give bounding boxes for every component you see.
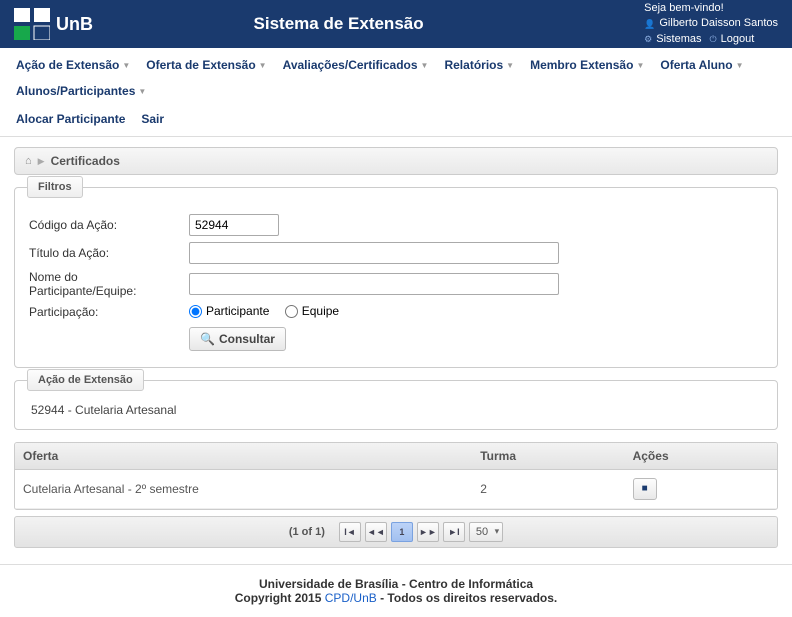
nav-alocar[interactable]: Alocar Participante — [10, 108, 131, 130]
page-size-select[interactable]: 50 — [469, 522, 503, 542]
home-icon[interactable]: ⌂ — [25, 155, 32, 167]
nav-bar: Ação de Extensão▼ Oferta de Extensão▼ Av… — [0, 48, 792, 137]
label-nome: Nome do Participante/Equipe: — [29, 270, 179, 298]
footer: Universidade de Brasília - Centro de Inf… — [0, 564, 792, 617]
label-participacao: Participação: — [29, 305, 179, 319]
nav-relatorios[interactable]: Relatórios▼ — [438, 54, 520, 76]
welcome-text: Seja bem-vindo! — [644, 1, 778, 16]
radio-equipe[interactable] — [285, 305, 298, 318]
page-title: Sistema de Extensão — [33, 14, 644, 34]
breadcrumb-current: Certificados — [51, 154, 120, 168]
nav-membro[interactable]: Membro Extensão▼ — [524, 54, 650, 76]
caret-icon: ▼ — [259, 61, 267, 70]
nav-sair[interactable]: Sair — [135, 108, 170, 130]
nome-input[interactable] — [189, 273, 559, 295]
user-info: Seja bem-vindo! 👤 Gilberto Daisson Santo… — [644, 1, 778, 47]
sistemas-link[interactable]: Sistemas — [656, 32, 701, 47]
footer-copy-prefix: Copyright 2015 — [235, 591, 325, 605]
cell-turma: 2 — [472, 470, 624, 509]
last-page-button[interactable]: ►I — [443, 522, 465, 542]
radio-equipe-label: Equipe — [302, 304, 339, 318]
footer-copy-suffix: - Todos os direitos reservados. — [377, 591, 558, 605]
caret-icon: ▼ — [506, 61, 514, 70]
radio-participante[interactable] — [189, 305, 202, 318]
footer-centro: - Centro de Informática — [398, 577, 533, 591]
breadcrumb: ⌂ ▶ Certificados — [14, 147, 778, 175]
caret-icon: ▼ — [421, 61, 429, 70]
radio-participante-label: Participante — [206, 304, 269, 318]
codigo-input[interactable] — [189, 214, 279, 236]
row-action-button[interactable]: ■ — [633, 478, 657, 500]
document-icon: ■ — [642, 483, 648, 494]
th-oferta: Oferta — [15, 443, 472, 470]
logout-link[interactable]: Logout — [721, 32, 755, 47]
page-info: (1 of 1) — [289, 526, 325, 538]
consultar-button[interactable]: 🔍 Consultar — [189, 327, 286, 351]
header-bar: UnB Sistema de Extensão Seja bem-vindo! … — [0, 0, 792, 48]
label-titulo: Título da Ação: — [29, 246, 179, 260]
acao-legend: Ação de Extensão — [27, 369, 144, 391]
page-number-button[interactable]: 1 — [391, 522, 413, 542]
search-icon: 🔍 — [200, 332, 215, 346]
acao-panel: Ação de Extensão 52944 - Cutelaria Artes… — [14, 380, 778, 430]
caret-icon: ▼ — [736, 61, 744, 70]
caret-icon: ▼ — [138, 87, 146, 96]
nav-oferta-extensao[interactable]: Oferta de Extensão▼ — [140, 54, 272, 76]
user-icon: 👤 — [644, 18, 655, 31]
nav-avaliacoes[interactable]: Avaliações/Certificados▼ — [277, 54, 435, 76]
user-name: Gilberto Daisson Santos — [659, 16, 778, 31]
th-turma: Turma — [472, 443, 624, 470]
label-codigo: Código da Ação: — [29, 218, 179, 232]
titulo-input[interactable] — [189, 242, 559, 264]
table-row: Cutelaria Artesanal - 2º semestre 2 ■ — [15, 470, 777, 509]
acao-text: 52944 - Cutelaria Artesanal — [29, 397, 763, 419]
nav-acao-extensao[interactable]: Ação de Extensão▼ — [10, 54, 136, 76]
filters-legend: Filtros — [27, 176, 83, 198]
nav-oferta-aluno[interactable]: Oferta Aluno▼ — [654, 54, 749, 76]
paginator: (1 of 1) I◄ ◄◄ 1 ►► ►I 50 — [14, 516, 778, 548]
logout-icon: ⏻ — [709, 33, 716, 46]
prev-page-button[interactable]: ◄◄ — [365, 522, 387, 542]
cell-oferta: Cutelaria Artesanal - 2º semestre — [15, 470, 472, 509]
next-page-button[interactable]: ►► — [417, 522, 439, 542]
nav-alunos-part[interactable]: Alunos/Participantes▼ — [10, 80, 152, 102]
oferta-table: Oferta Turma Ações Cutelaria Artesanal -… — [14, 442, 778, 510]
first-page-button[interactable]: I◄ — [339, 522, 361, 542]
th-acoes: Ações — [625, 443, 777, 470]
caret-icon: ▼ — [636, 61, 644, 70]
chevron-right-icon: ▶ — [38, 156, 45, 167]
caret-icon: ▼ — [122, 61, 130, 70]
filters-panel: Filtros Código da Ação: Título da Ação: … — [14, 187, 778, 368]
footer-univ: Universidade de Brasília — [259, 577, 398, 591]
footer-cpd-link[interactable]: CPD/UnB — [325, 591, 377, 605]
gear-icon: ⚙ — [644, 33, 652, 46]
